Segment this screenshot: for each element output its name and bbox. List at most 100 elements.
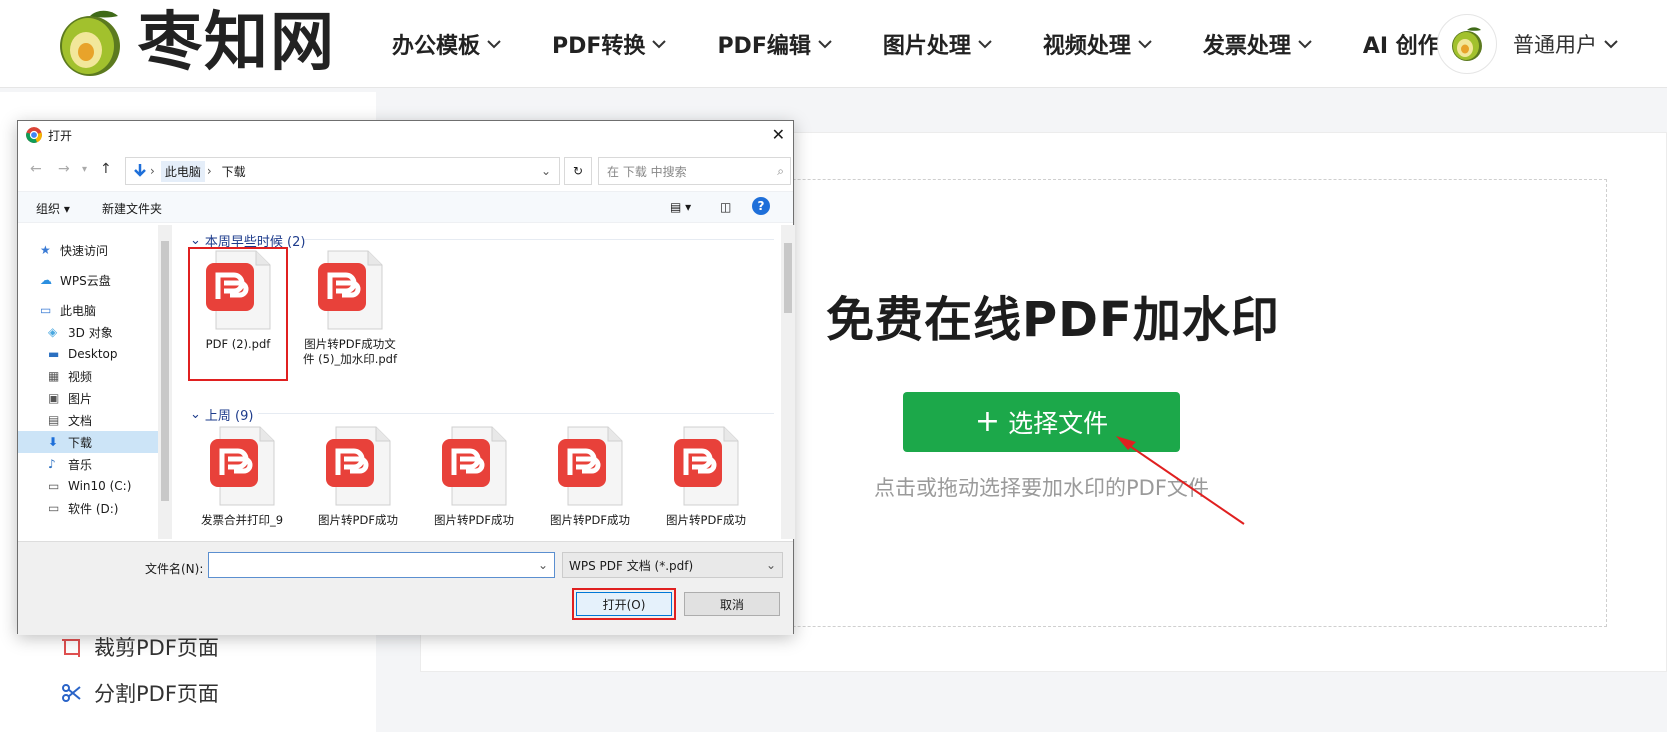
breadcrumb-this-pc[interactable]: 此电脑 <box>160 160 205 182</box>
tree-item-label: 3D 对象 <box>68 325 113 340</box>
group-header-earlier-this-week[interactable]: ⌄ 本周早些时候 (2) <box>190 231 305 250</box>
nav-video-processing[interactable]: 视频处理 <box>1043 28 1153 60</box>
tree-item-music[interactable]: ♪ 音乐 <box>48 453 92 475</box>
chevron-down-icon[interactable]: ⌄ <box>541 164 551 178</box>
filetype-select[interactable]: WPS PDF 文档 (*.pdf) ⌄ <box>562 552 783 578</box>
sidebar-item-crop-pdf[interactable]: 裁剪PDF页面 <box>60 632 219 662</box>
file-list-scrollbar[interactable] <box>781 225 795 539</box>
group-label: 上周 (9) <box>204 409 254 424</box>
tree-scrollbar[interactable] <box>158 225 172 539</box>
tree-item-3d-objects[interactable]: ◈ 3D 对象 <box>48 321 113 343</box>
tree-item-label: 文档 <box>68 413 93 428</box>
tree-item-wps-cloud[interactable]: ☁ WPS云盘 <box>40 269 111 291</box>
close-icon[interactable]: ✕ <box>772 125 785 144</box>
breadcrumb-downloads[interactable]: 下载 <box>218 161 250 182</box>
sidebar-item-split-pdf[interactable]: 分割PDF页面 <box>60 678 219 708</box>
tree-item-desktop[interactable]: ▬ Desktop <box>48 343 118 365</box>
avatar[interactable] <box>1437 14 1497 74</box>
folder-tree: ★ 快速访问 ☁ WPS云盘 ▭ 此电脑 ◈ 3D 对象 ▬ Desktop ▦ 视频 ▣ 图… <box>18 225 166 539</box>
scrollbar-thumb[interactable] <box>161 241 169 501</box>
path-separator: › <box>206 164 212 178</box>
tree-item-label: 图片 <box>68 391 93 406</box>
tree-item-label: 软件 (D:) <box>68 501 119 516</box>
cancel-button[interactable]: 取消 <box>684 592 780 616</box>
file-name: 图片转PDF成功 <box>666 513 746 527</box>
tree-item-pictures[interactable]: ▣ 图片 <box>48 387 92 409</box>
chevron-down-icon: ⌄ <box>765 558 776 572</box>
file-item[interactable]: PDF (2).pdf <box>188 247 288 381</box>
up-arrow-icon[interactable]: ↑ <box>100 161 112 177</box>
nav-ai-create[interactable]: AI 创作 <box>1363 28 1440 60</box>
file-item[interactable]: 发票合并打印_9 <box>194 425 290 528</box>
forward-arrow-icon[interactable]: → <box>58 161 70 177</box>
chevron-down-icon <box>652 40 667 49</box>
new-folder-button[interactable]: 新建文件夹 <box>102 200 162 217</box>
file-item[interactable]: 图片转PDF成功 <box>658 425 754 528</box>
nav-office-templates[interactable]: 办公模板 <box>392 28 502 60</box>
file-item[interactable]: 图片转PDF成功文件 (5)_加水印.pdf <box>302 249 398 367</box>
scrollbar-thumb[interactable] <box>784 243 792 313</box>
help-icon[interactable]: ? <box>752 197 770 215</box>
nav-label: 图片处理 <box>882 34 971 59</box>
chevron-down-icon[interactable]: ⌄ <box>538 558 548 572</box>
file-name: 图片转PDF成功 <box>550 513 630 527</box>
refresh-button[interactable]: ↻ <box>564 157 592 185</box>
crop-icon <box>62 639 80 657</box>
chevron-down-icon <box>978 40 992 49</box>
file-item[interactable]: 图片转PDF成功 <box>542 425 638 528</box>
user-name: 普通用户 <box>1513 33 1597 57</box>
scissors-icon <box>62 684 81 702</box>
group-header-last-week[interactable]: ⌄ 上周 (9) <box>190 405 253 424</box>
nav-label: 办公模板 <box>392 34 481 59</box>
select-file-button[interactable]: + 选择文件 <box>903 392 1180 452</box>
plus-icon: + <box>974 404 1001 439</box>
tree-item-this-pc[interactable]: ▭ 此电脑 <box>40 299 96 321</box>
dialog-title: 打开 <box>48 128 73 143</box>
tree-item-drive-d[interactable]: ▭ 软件 (D:) <box>48 497 118 519</box>
jujube-logo-icon <box>50 6 130 80</box>
wps-pdf-file-icon <box>206 425 278 507</box>
tree-item-drive-c[interactable]: ▭ Win10 (C:) <box>48 475 131 497</box>
wps-pdf-file-icon <box>670 425 742 507</box>
tree-item-label: 视频 <box>68 369 93 384</box>
open-button[interactable]: 打开(O) <box>572 588 676 620</box>
download-icon: ⬇ <box>48 435 59 449</box>
wps-pdf-file-icon <box>438 425 510 507</box>
star-icon: ★ <box>40 243 51 257</box>
address-bar[interactable]: › 此电脑 › 下载 ⌄ <box>125 157 560 185</box>
tree-item-label: 此电脑 <box>60 303 97 318</box>
file-name: 图片转PDF成功文件 (5)_加水印.pdf <box>303 337 397 366</box>
view-options-icon[interactable]: ▤ ▾ <box>670 200 691 214</box>
group-divider <box>304 239 774 240</box>
tree-item-label: WPS云盘 <box>60 273 111 288</box>
drive-icon: ▭ <box>48 501 60 515</box>
nav-pdf-edit[interactable]: PDF编辑 <box>717 28 832 60</box>
tree-item-quick-access[interactable]: ★ 快速访问 <box>40 239 108 261</box>
back-arrow-icon[interactable]: ← <box>30 161 42 177</box>
nav-invoice-processing[interactable]: 发票处理 <box>1203 28 1313 60</box>
wps-pdf-file-icon <box>314 249 386 331</box>
preview-pane-icon[interactable]: ◫ <box>720 200 731 214</box>
cube-icon: ◈ <box>48 325 58 339</box>
chevron-down-icon <box>1298 40 1312 49</box>
page-title: 免费在线PDF加水印 <box>826 292 1280 348</box>
nav-image-processing[interactable]: 图片处理 <box>883 28 993 60</box>
tree-item-downloads[interactable]: ⬇ 下载 <box>18 431 158 453</box>
sidebar-item-label: 裁剪PDF页面 <box>94 636 219 660</box>
filename-input[interactable]: ⌄ <box>208 552 555 578</box>
search-input[interactable]: 在 下载 中搜索 ⌕ <box>598 157 791 185</box>
group-divider <box>258 413 774 414</box>
file-list: ⌄ 本周早些时候 (2) PDF (2).pdf 图片转PDF成功文件 (5)_加… <box>176 225 781 539</box>
user-menu[interactable]: 普通用户 <box>1437 14 1619 74</box>
file-item[interactable]: 图片转PDF成功 <box>310 425 406 528</box>
organize-button[interactable]: 组织 ▾ <box>36 200 70 217</box>
video-icon: ▦ <box>48 369 60 383</box>
tree-item-videos[interactable]: ▦ 视频 <box>48 365 92 387</box>
file-item[interactable]: 图片转PDF成功 <box>426 425 522 528</box>
nav-label: 视频处理 <box>1042 34 1131 59</box>
nav-pdf-convert[interactable]: PDF转换 <box>552 28 667 60</box>
tree-item-documents[interactable]: ▤ 文档 <box>48 409 92 431</box>
recent-chevron-icon[interactable]: ▾ <box>82 164 87 175</box>
site-logo[interactable]: 枣知网 <box>50 6 336 80</box>
download-arrow-icon <box>134 164 146 177</box>
